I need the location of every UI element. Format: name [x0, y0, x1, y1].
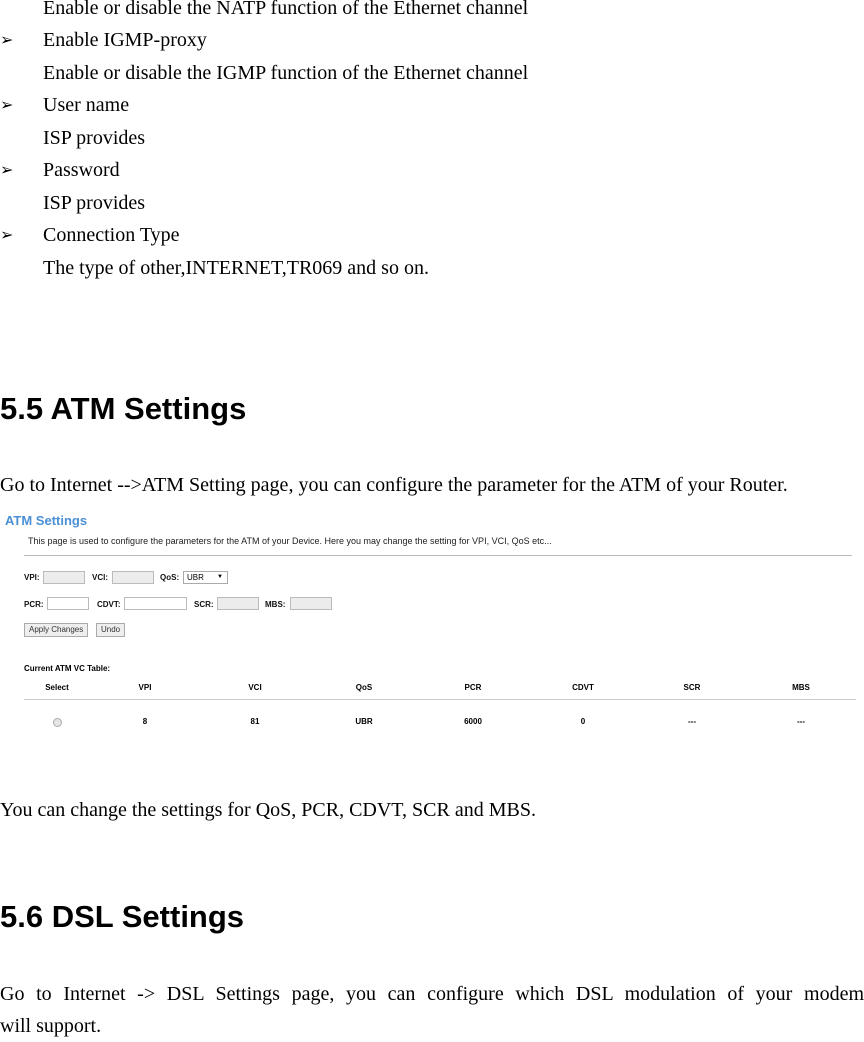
- col-qos: QoS: [355, 683, 373, 692]
- dsl-intro-line1: Go to Internet -> DSL Settings page, you…: [0, 983, 864, 1005]
- cell-pcr: 6000: [464, 717, 482, 726]
- vpi-input[interactable]: [43, 571, 85, 584]
- apply-changes-button[interactable]: Apply Changes: [24, 623, 89, 637]
- dsl-intro-line2: will support.: [0, 1015, 102, 1037]
- cell-vpi: 8: [142, 717, 148, 726]
- mbs-label: MBS:: [265, 600, 286, 609]
- bullet-arrow-icon: ➢: [0, 227, 14, 244]
- desc-connection-type: The type of other,INTERNET,TR069 and so …: [43, 257, 429, 279]
- mbs-input[interactable]: [290, 597, 332, 610]
- scr-input[interactable]: [217, 597, 259, 610]
- cell-vci: 81: [250, 717, 260, 726]
- desc-user-name: ISP provides: [43, 127, 146, 149]
- bullet-arrow-icon: ➢: [0, 97, 14, 114]
- vc-table-title: Current ATM VC Table:: [24, 664, 111, 673]
- bullet-arrow-icon: ➢: [0, 32, 14, 49]
- scr-label: SCR:: [194, 600, 214, 609]
- section-heading-dsl: 5.6 DSL Settings: [0, 899, 245, 934]
- qos-select-value: UBR: [187, 573, 204, 582]
- atm-settings-screenshot: ATM Settings This page is used to config…: [0, 505, 864, 745]
- undo-button[interactable]: Undo: [96, 623, 126, 637]
- qos-label: QoS:: [160, 573, 180, 582]
- col-scr: SCR: [683, 683, 701, 692]
- section-heading-atm: 5.5 ATM Settings: [0, 391, 247, 426]
- atm-intro-text: Go to Internet -->ATM Setting page, you …: [0, 474, 788, 496]
- cell-qos: UBR: [355, 717, 373, 726]
- col-select: Select: [45, 683, 69, 692]
- col-mbs: MBS: [792, 683, 810, 692]
- qos-select[interactable]: UBR ▼: [183, 571, 228, 584]
- col-vpi: VPI: [138, 683, 152, 692]
- cdvt-label: CDVT:: [97, 600, 121, 609]
- atm-after-text: You can change the settings for QoS, PCR…: [0, 799, 536, 821]
- cdvt-input[interactable]: [124, 597, 187, 610]
- pcr-input[interactable]: [47, 597, 89, 610]
- item-password: Password: [43, 159, 120, 181]
- item-connection-type: Connection Type: [43, 224, 180, 246]
- item-igmp-proxy: Enable IGMP-proxy: [43, 29, 207, 51]
- desc-igmp: Enable or disable the IGMP function of t…: [43, 62, 529, 84]
- dropdown-arrow-icon: ▼: [217, 574, 223, 580]
- atm-page-title: ATM Settings: [5, 513, 88, 528]
- divider: [24, 555, 852, 556]
- row-select-radio[interactable]: [53, 718, 62, 727]
- pcr-label: PCR:: [24, 600, 44, 609]
- item-user-name: User name: [43, 94, 130, 116]
- atm-page-description: This page is used to configure the param…: [28, 536, 552, 546]
- col-pcr: PCR: [464, 683, 482, 692]
- vci-label: VCI:: [92, 573, 108, 582]
- table-divider: [24, 699, 856, 700]
- cell-scr: ---: [688, 717, 696, 726]
- col-vci: VCI: [248, 683, 262, 692]
- desc-natp: Enable or disable the NATP function of t…: [43, 0, 529, 19]
- col-cdvt: CDVT: [572, 683, 594, 692]
- bullet-arrow-icon: ➢: [0, 162, 14, 179]
- desc-password: ISP provides: [43, 192, 146, 214]
- cell-cdvt: 0: [580, 717, 586, 726]
- vpi-label: VPI:: [24, 573, 40, 582]
- cell-mbs: ---: [797, 717, 805, 726]
- vci-input[interactable]: [112, 571, 154, 584]
